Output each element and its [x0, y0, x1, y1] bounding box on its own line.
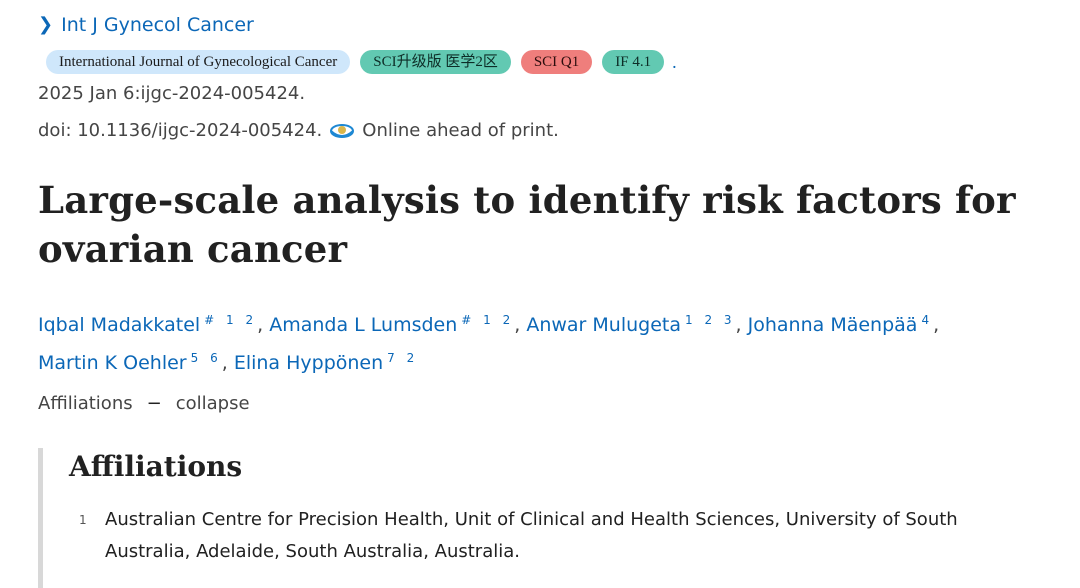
author-link[interactable]: Martin K Oehler — [38, 352, 187, 374]
article-title: Large-scale analysis to identify risk fa… — [38, 176, 1038, 274]
affiliations-toggle-action[interactable]: collapse — [176, 393, 250, 414]
author-item: Amanda L Lumsden # 1 2, — [269, 313, 527, 336]
author-separator: , — [221, 352, 234, 374]
author-affil-marks[interactable]: # 1 2 — [461, 313, 514, 327]
author-link[interactable]: Elina Hyppönen — [234, 352, 383, 374]
author-affil-marks[interactable]: 1 2 3 — [685, 313, 736, 327]
sci-quartile-badge[interactable]: SCI Q1 — [520, 50, 593, 74]
author-item: Iqbal Madakkatel # 1 2, — [38, 313, 270, 336]
author-affil-marks[interactable]: 5 6 — [191, 351, 222, 365]
affiliation-item: 1 Australian Centre for Precision Health… — [79, 504, 1039, 568]
author-affil-marks[interactable]: 4 — [921, 313, 933, 327]
author-link[interactable]: Johanna Mäenpää — [748, 314, 918, 336]
author-affil-marks[interactable]: # 1 2 — [204, 313, 257, 327]
article-title-line1: Large-scale analysis to identify risk fa… — [38, 178, 1016, 222]
affiliations-toggle-label: Affiliations — [38, 393, 133, 414]
affiliation-number: 1 — [79, 513, 87, 527]
author-separator: , — [933, 314, 940, 336]
author-list: Iqbal Madakkatel # 1 2, Amanda L Lumsden #… — [38, 304, 1048, 380]
eye-icon — [330, 123, 355, 138]
author-link[interactable]: Anwar Mulugeta — [526, 314, 681, 336]
author-link[interactable]: Amanda L Lumsden — [269, 314, 457, 336]
sci-class-badge[interactable]: SCI升级版 医学2区 — [360, 50, 511, 74]
journal-badges: International Journal of Gynecological C… — [46, 50, 677, 74]
author-affil-marks[interactable]: 7 2 — [387, 351, 418, 365]
author-separator: , — [514, 314, 527, 336]
affiliations-heading: Affiliations — [69, 450, 243, 483]
citation-doi-line: doi: 10.1136/ijgc-2024-005424. Online ah… — [38, 120, 559, 141]
collapse-icon: − — [146, 393, 162, 414]
journal-name-badge[interactable]: International Journal of Gynecological C… — [46, 50, 351, 74]
badge-trailing-dot: . — [672, 51, 677, 72]
affiliations-panel: Affiliations 1 Australian Centre for Pre… — [38, 448, 1063, 588]
author-item: Johanna Mäenpää 4, — [748, 313, 940, 336]
doi-text[interactable]: doi: 10.1136/ijgc-2024-005424. — [38, 120, 322, 141]
author-item: Martin K Oehler 5 6, — [38, 351, 234, 374]
impact-factor-badge[interactable]: IF 4.1 — [602, 50, 665, 74]
author-separator: , — [735, 314, 748, 336]
author-item: Elina Hyppönen 7 2 — [234, 351, 418, 374]
chevron-right-icon: ❯ — [38, 14, 54, 35]
journal-link[interactable]: ❯ Int J Gynecol Cancer — [38, 14, 254, 36]
publication-status: Online ahead of print. — [362, 120, 559, 141]
journal-link-label: Int J Gynecol Cancer — [61, 14, 254, 36]
article-title-line2: ovarian cancer — [38, 227, 348, 271]
author-separator: , — [257, 314, 270, 336]
affiliations-toggle[interactable]: Affiliations − collapse — [38, 393, 250, 414]
author-link[interactable]: Iqbal Madakkatel — [38, 314, 200, 336]
author-item: Anwar Mulugeta 1 2 3, — [526, 313, 748, 336]
affiliation-text: Australian Centre for Precision Health, … — [105, 509, 958, 562]
citation-date: 2025 Jan 6:ijgc-2024-005424. — [38, 83, 306, 104]
